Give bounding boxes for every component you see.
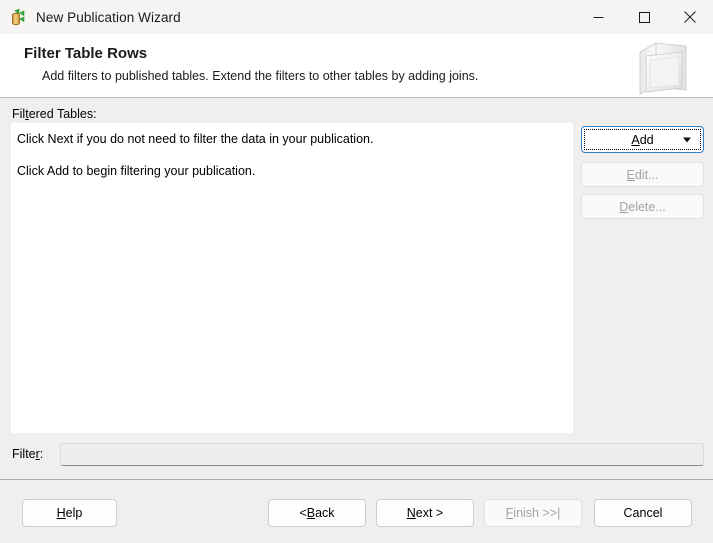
title-bar: New Publication Wizard bbox=[0, 0, 713, 34]
publication-box-icon bbox=[639, 42, 687, 95]
help-button[interactable]: Help bbox=[22, 499, 117, 527]
next-button[interactable]: Next > bbox=[376, 499, 474, 527]
publication-database-icon bbox=[9, 6, 27, 26]
filter-input[interactable] bbox=[60, 443, 704, 466]
page-subtitle: Add filters to published tables. Extend … bbox=[42, 69, 479, 83]
maximize-icon[interactable] bbox=[621, 0, 667, 34]
page-title: Filter Table Rows bbox=[24, 45, 148, 62]
wizard-header: Filter Table Rows Add filters to publish… bbox=[0, 34, 713, 98]
chevron-down-icon[interactable] bbox=[683, 137, 691, 142]
filter-label: Filter: bbox=[12, 447, 44, 461]
cancel-button[interactable]: Cancel bbox=[594, 499, 692, 527]
edit-button[interactable]: Edit... bbox=[581, 162, 704, 187]
filtered-tables-label: Filtered Tables: bbox=[12, 107, 97, 121]
finish-button[interactable]: Finish >>| bbox=[484, 499, 582, 527]
window-controls bbox=[575, 0, 713, 34]
list-item: Click Next if you do not need to filter … bbox=[17, 132, 374, 146]
delete-button[interactable]: Delete... bbox=[581, 194, 704, 219]
close-icon[interactable] bbox=[667, 0, 713, 34]
add-button[interactable]: Add bbox=[581, 126, 704, 153]
list-item: Click Add to begin filtering your public… bbox=[17, 164, 256, 178]
back-button[interactable]: < Back bbox=[268, 499, 366, 527]
minimize-icon[interactable] bbox=[575, 0, 621, 34]
window-title: New Publication Wizard bbox=[36, 9, 181, 25]
footer-divider bbox=[0, 479, 713, 480]
filtered-tables-listbox[interactable]: Click Next if you do not need to filter … bbox=[11, 123, 573, 433]
